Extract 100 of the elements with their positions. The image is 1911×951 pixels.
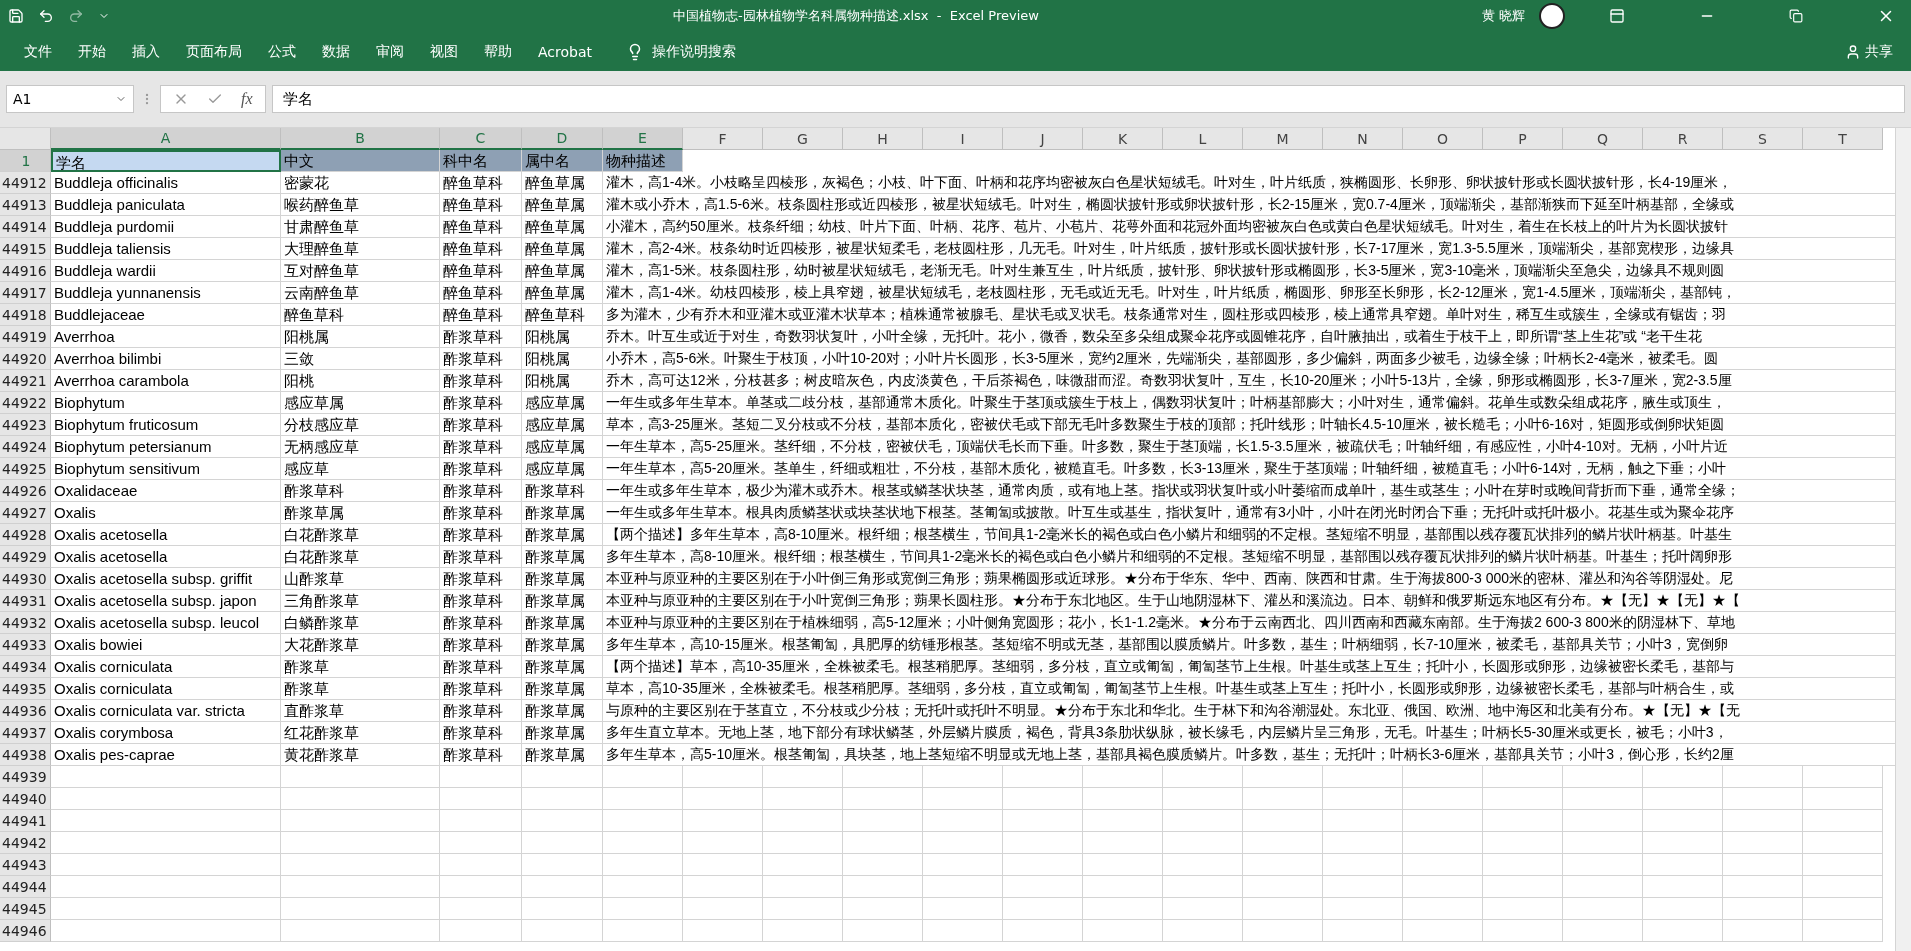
- column-header[interactable]: H: [843, 128, 923, 150]
- row-header[interactable]: 44921: [0, 370, 51, 392]
- row-header[interactable]: 44930: [0, 568, 51, 590]
- table-cell: 多为灌木，少有乔木和亚灌木或亚灌木状草本；植株通常被腺毛、星状毛或叉状毛。枝条通常对生，圆柱形或四棱形，棱上通常具窄翅。单叶对生，稀互生或簇生，全缘或有锯齿；羽: [603, 304, 1895, 326]
- table-cell: 小乔木，高5-6米。叶聚生于枝顶，小叶10-20对；小叶片长圆形，长3-5厘米，宽约2厘米，先端渐尖，基部圆形，多少偏斜，两面多少被毛，边缘全缘；叶柄长2-4毫米，被柔毛。圆: [603, 348, 1895, 370]
- column-header[interactable]: J: [1003, 128, 1083, 150]
- share-button[interactable]: 共享: [1839, 41, 1899, 62]
- column-header[interactable]: F: [683, 128, 763, 150]
- row-header[interactable]: 44915: [0, 238, 51, 260]
- column-header[interactable]: A: [51, 128, 281, 150]
- row-header[interactable]: 44928: [0, 524, 51, 546]
- column-header[interactable]: N: [1323, 128, 1403, 150]
- ribbon-tab[interactable]: 开始: [66, 36, 118, 67]
- table-cell: 喉药醉鱼草: [281, 194, 440, 216]
- row-header[interactable]: 44934: [0, 656, 51, 678]
- row-header[interactable]: 44935: [0, 678, 51, 700]
- row-header[interactable]: 44943: [0, 854, 51, 876]
- ribbon-tab[interactable]: 审阅: [364, 36, 416, 67]
- row-header[interactable]: 44920: [0, 348, 51, 370]
- column-header[interactable]: P: [1483, 128, 1563, 150]
- column-header[interactable]: D: [522, 128, 603, 150]
- column-header[interactable]: L: [1163, 128, 1243, 150]
- table-cell: 密蒙花: [281, 172, 440, 194]
- table-cell: 酢浆草属: [522, 612, 603, 634]
- row-header[interactable]: 44933: [0, 634, 51, 656]
- column-header[interactable]: B: [281, 128, 440, 150]
- column-header[interactable]: E: [603, 128, 683, 150]
- ribbon-tab[interactable]: Acrobat: [526, 37, 604, 66]
- row-header[interactable]: 44938: [0, 744, 51, 766]
- table-cell: 酢浆草属: [522, 502, 603, 524]
- ribbon-display-icon[interactable]: [1609, 8, 1625, 24]
- table-cell: 酢浆草科: [281, 480, 440, 502]
- table-cell: 醉鱼草科: [440, 216, 522, 238]
- table-cell: 酢浆草科: [440, 414, 522, 436]
- row-header[interactable]: 44924: [0, 436, 51, 458]
- row-header[interactable]: 44927: [0, 502, 51, 524]
- table-cell: 酢浆草科: [440, 612, 522, 634]
- row-header[interactable]: 44912: [0, 172, 51, 194]
- restore-icon[interactable]: [1789, 9, 1803, 23]
- ribbon-tab[interactable]: 公式: [256, 36, 308, 67]
- row-header[interactable]: 44923: [0, 414, 51, 436]
- ribbon-tab[interactable]: 文件: [12, 36, 64, 67]
- row-header[interactable]: 44922: [0, 392, 51, 414]
- table-cell: 本亚种与原亚种的主要区别在于小叶倒三角形或宽倒三角形；蒴果椭圆形或近球形。★分布于华东、华中、西南、陕西和甘肃。生于海拔800-3 000米的密林、灌丛和沟谷等阴湿处。尼: [603, 568, 1895, 590]
- table-cell: 灌木，高1-5米。枝条圆柱形，幼时被星状短绒毛，老渐无毛。叶对生兼互生，叶片纸质，披针形、卵状披针形或椭圆形，长3-5厘米，宽3-10毫米，顶端渐尖至急尖，边缘具不规则圆: [603, 260, 1895, 282]
- table-cell: 酢浆草科: [440, 678, 522, 700]
- row-header[interactable]: 44936: [0, 700, 51, 722]
- row-header[interactable]: 44918: [0, 304, 51, 326]
- row-header[interactable]: 1: [0, 150, 51, 172]
- row-header[interactable]: 44925: [0, 458, 51, 480]
- column-header[interactable]: T: [1803, 128, 1883, 150]
- avatar[interactable]: [1539, 3, 1565, 29]
- column-header[interactable]: S: [1723, 128, 1803, 150]
- row-header[interactable]: 44942: [0, 832, 51, 854]
- name-box[interactable]: A1: [6, 85, 134, 113]
- column-header[interactable]: Q: [1563, 128, 1643, 150]
- table-cell: 酢浆草: [281, 678, 440, 700]
- function-icon[interactable]: fx: [241, 90, 253, 108]
- column-header[interactable]: K: [1083, 128, 1163, 150]
- row-header[interactable]: 44919: [0, 326, 51, 348]
- row-header[interactable]: 44937: [0, 722, 51, 744]
- row-header[interactable]: 44939: [0, 766, 51, 788]
- ribbon-tab[interactable]: 页面布局: [174, 36, 254, 67]
- redo-icon[interactable]: [68, 8, 84, 24]
- table-cell: 酢浆草科: [440, 744, 522, 766]
- column-header[interactable]: G: [763, 128, 843, 150]
- row-header[interactable]: 44940: [0, 788, 51, 810]
- column-header[interactable]: R: [1643, 128, 1723, 150]
- table-cell: 醉鱼草属: [522, 194, 603, 216]
- header-cell: 学名: [51, 150, 281, 172]
- table-cell: 阳桃属: [522, 370, 603, 392]
- table-cell: 大理醉鱼草: [281, 238, 440, 260]
- column-header[interactable]: C: [440, 128, 522, 150]
- tell-me-search[interactable]: 操作说明搜索: [620, 41, 742, 62]
- row-header[interactable]: 44931: [0, 590, 51, 612]
- save-icon[interactable]: [8, 8, 24, 24]
- row-header[interactable]: 44946: [0, 920, 51, 942]
- row-header[interactable]: 44926: [0, 480, 51, 502]
- row-header[interactable]: 44945: [0, 898, 51, 920]
- column-header[interactable]: M: [1243, 128, 1323, 150]
- ribbon-tab[interactable]: 帮助: [472, 36, 524, 67]
- formula-field[interactable]: 学名: [271, 85, 1905, 113]
- vertical-scrollbar[interactable]: [1895, 128, 1911, 951]
- column-header[interactable]: O: [1403, 128, 1483, 150]
- ribbon-tab[interactable]: 数据: [310, 36, 362, 67]
- table-cell: 一年生草本，高5-20厘米。茎单生，纤细或粗壮，不分枝，基部木质化，被糙直毛。叶多数，长3-13厘米，聚生于茎顶端；叶轴纤细，被糙直毛；小叶6-14对，无柄，触之下垂；小叶: [603, 458, 1895, 480]
- ribbon-tab[interactable]: 视图: [418, 36, 470, 67]
- table-cell: 感应草属: [522, 392, 603, 414]
- table-cell: 酢浆草科: [440, 348, 522, 370]
- row-header[interactable]: 44917: [0, 282, 51, 304]
- row-header[interactable]: 44944: [0, 876, 51, 898]
- undo-icon[interactable]: [38, 8, 54, 24]
- row-header[interactable]: 44914: [0, 216, 51, 238]
- row-header[interactable]: 44916: [0, 260, 51, 282]
- ribbon-tab[interactable]: 插入: [120, 36, 172, 67]
- row-header[interactable]: 44913: [0, 194, 51, 216]
- row-header[interactable]: 44932: [0, 612, 51, 634]
- row-header[interactable]: 44929: [0, 546, 51, 568]
- column-header[interactable]: I: [923, 128, 1003, 150]
- row-header[interactable]: 44941: [0, 810, 51, 832]
